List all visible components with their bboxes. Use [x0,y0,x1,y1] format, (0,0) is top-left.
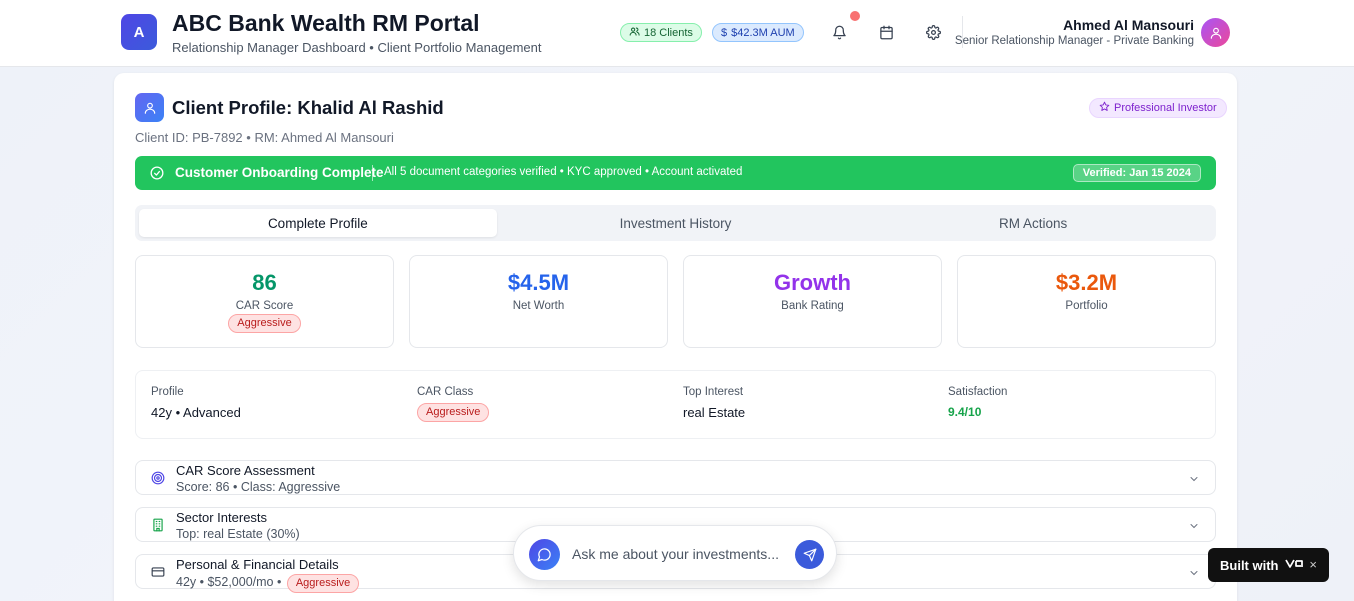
accordion-car-score[interactable]: CAR Score Assessment Score: 86 • Class: … [135,460,1216,495]
v0-logo-icon [1284,556,1305,574]
accordion-subtitle: 42y • $52,000/mo • Aggressive [176,574,360,593]
stat-label: CAR Score [235,300,294,312]
close-icon[interactable]: × [1309,557,1317,572]
accordion-title: CAR Score Assessment [176,463,315,478]
clients-count-badge: 18 Clients [620,23,702,42]
stat-value: Growth [774,270,851,295]
bell-icon[interactable] [829,22,849,42]
investor-type-label: Professional Investor [1114,102,1217,114]
summary-label: Top Interest [683,386,744,398]
target-icon [151,471,165,490]
summary-top-interest: Top Interest real Estate [683,386,745,420]
user-role: Senior Relationship Manager - Private Ba… [954,35,1194,47]
accordion-title: Personal & Financial Details [176,557,339,572]
chat-bubble-icon[interactable] [529,539,560,570]
star-icon [1099,101,1110,115]
investor-type-badge: Professional Investor [1089,98,1227,118]
stat-value: 86 [252,270,277,295]
aum-label: $42.3M AUM [731,26,795,39]
summary-label: CAR Class [417,386,474,398]
summary-label: Satisfaction [948,386,1008,398]
tab-rm-actions[interactable]: RM Actions [854,209,1212,237]
user-icon [135,93,164,122]
top-header: A ABC Bank Wealth RM Portal Relationship… [0,0,1354,67]
summary-profile: Profile 42y • Advanced [151,386,241,420]
notification-dot [850,11,860,21]
calendar-icon[interactable] [876,22,896,42]
chat-assistant-bar [513,525,837,581]
summary-label: Profile [151,386,184,398]
credit-card-icon [151,565,165,584]
client-summary-row: Profile 42y • Advanced CAR Class Aggress… [135,370,1216,439]
page-title: Client Profile: Khalid Al Rashid [172,97,444,118]
building-icon [151,518,165,537]
chevron-down-icon[interactable] [1188,472,1200,490]
stat-car-score: 86 CAR Score Aggressive [135,255,394,348]
gear-icon[interactable] [923,22,943,42]
accordion-title: Sector Interests [176,510,268,525]
aum-badge: $ $42.3M AUM [712,23,804,42]
summary-value: 9.4/10 [948,405,982,419]
stat-label: Portfolio [1065,300,1108,312]
risk-class-tag: Aggressive [286,574,360,593]
summary-value: real Estate [683,405,746,420]
onboarding-description: All 5 document categories verified • KYC… [384,166,743,178]
check-circle-icon [150,166,164,185]
send-button[interactable] [795,540,824,569]
accordion-subtitle: Top: real Estate (30%) [176,527,300,541]
summary-car-class: CAR Class Aggressive [417,386,490,422]
built-with-label: Built with [1220,557,1279,573]
onboarding-status-banner: Customer Onboarding Complete All 5 docum… [135,156,1216,190]
verified-date-badge: Verified: Jan 15 2024 [1072,164,1201,182]
onboarding-title: Customer Onboarding Complete [175,165,384,180]
risk-class-tag: Aggressive [417,403,490,422]
accordion-subtitle-text: 42y • $52,000/mo • [176,575,282,589]
client-meta: Client ID: PB-7892 • RM: Ahmed Al Mansou… [135,130,394,145]
stat-label: Net Worth [512,300,565,312]
built-with-badge[interactable]: Built with × [1208,548,1329,582]
chevron-down-icon[interactable] [1188,519,1200,537]
chevron-down-icon[interactable] [1188,566,1200,584]
onboarding-divider [372,165,373,181]
users-icon [629,26,640,40]
stat-net-worth: $4.5M Net Worth [409,255,668,348]
profile-tabs: Complete Profile Investment History RM A… [135,205,1216,241]
send-icon [803,548,816,561]
stat-portfolio: $3.2M Portfolio [957,255,1216,348]
app-title: ABC Bank Wealth RM Portal [172,10,480,36]
accordion-subtitle: Score: 86 • Class: Aggressive [176,480,341,494]
user-name: Ahmed Al Mansouri [1063,17,1194,33]
stat-value: $3.2M [1055,270,1118,295]
tab-complete-profile[interactable]: Complete Profile [139,209,497,237]
app-logo[interactable]: A [121,14,157,50]
app-subtitle: Relationship Manager Dashboard • Client … [172,40,542,55]
risk-class-tag: Aggressive [228,314,301,333]
chat-input[interactable] [572,542,790,566]
stat-label: Bank Rating [781,300,844,312]
dollar-icon: $ [721,26,728,39]
logo-letter: A [133,23,145,41]
summary-value: 42y • Advanced [151,405,241,420]
clients-count-label: 18 Clients [644,26,693,39]
stat-bank-rating: Growth Bank Rating [683,255,942,348]
tab-investment-history[interactable]: Investment History [497,209,855,237]
stat-value: $4.5M [507,270,570,295]
summary-satisfaction: Satisfaction 9.4/10 [948,386,1007,419]
avatar[interactable] [1201,18,1230,47]
